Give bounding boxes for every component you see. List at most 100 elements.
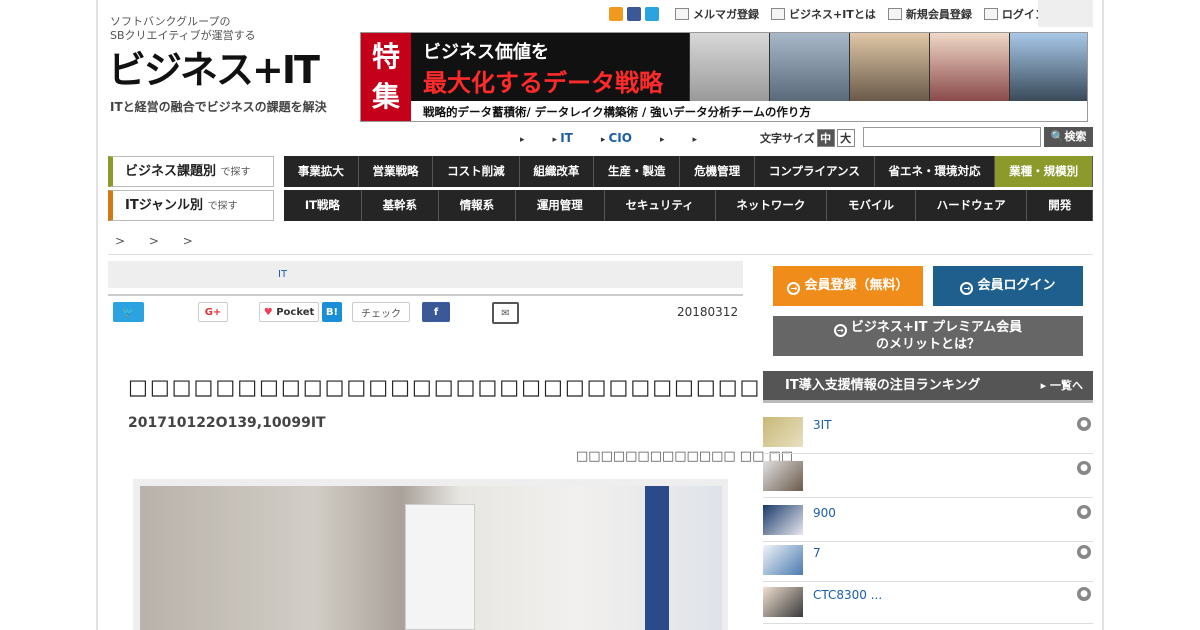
question-icon [771,8,785,20]
member-login-label: 会員ログイン [977,278,1056,293]
site-logo[interactable]: ビジネス+IT [108,50,320,90]
mail-icon [675,8,689,20]
ranking-text: 7 [813,546,821,560]
ranking-thumbnail [763,505,803,535]
hatena-icon: B! [325,306,339,318]
banner-line3: 戦略的データ蓄積術/ データレイク構築術 / 強いデータ分析チームの作り方 [411,101,811,121]
genre-nav-item[interactable]: IT戦略 [284,190,362,221]
user-icon: ● [1077,417,1091,431]
genre-nav-suffix: で探す [207,201,238,212]
search-input[interactable] [863,127,1041,147]
topic-nav-item[interactable]: 営業戦略 [359,156,434,187]
newsletter-label: メルマガ登録 [693,8,759,21]
about-link[interactable]: ビジネス+ITとは [771,6,876,22]
signup-link[interactable]: 新規会員登録 [887,6,972,22]
util-link-it[interactable]: IT [553,131,573,145]
divider [108,294,743,296]
util-link-cio[interactable]: CIO [601,131,632,145]
rss-icon[interactable] [609,7,623,21]
topic-nav-item[interactable]: 省エネ・環境対応 [875,156,996,187]
lock-icon [983,8,998,20]
page-border-right [1102,0,1104,630]
google-plus-icon: G+ [204,306,222,318]
register-label: 会員登録（無料） [804,278,909,293]
publish-date: 20180312 [677,305,739,319]
logo-sub-line2: SBクリエイティブが運営する [110,29,256,42]
ranking-thumbnail [763,417,803,447]
category-bar: IT [108,261,743,288]
user-icon: ● [1077,505,1091,519]
top-links: メルマガ登録 ビジネス+ITとは 新規会員登録 ログイン [609,6,1046,22]
genre-nav: IT戦略 基幹系 情報系 運用管理 セキュリティ ネットワーク モバイル ハード… [284,190,1094,221]
arrow-icon: → [960,282,974,295]
share-mail-button[interactable]: ✉ [492,302,519,324]
share-google-button[interactable]: G+ [198,302,228,322]
breadcrumb[interactable]: > > > [115,234,193,248]
topic-nav-item[interactable]: 組織改革 [520,156,595,187]
logo-subtitle: ソフトバンクグループの SBクリエイティブが運営する [110,15,256,43]
ranking-item[interactable]: ● [763,458,1093,498]
arrow-icon: → [787,282,801,295]
ranking-item[interactable]: 7 ● [763,542,1093,582]
topic-nav-item[interactable]: コンプライアンス [755,156,875,187]
category-link[interactable]: IT [278,269,287,280]
genre-nav-item[interactable]: モバイル [827,190,916,221]
util-link[interactable] [660,131,665,145]
share-check-button[interactable]: チェック [352,302,410,322]
banner-photo [769,33,849,101]
genre-nav-item[interactable]: ハードウェア [916,190,1028,221]
share-hatena-button[interactable]: B! [322,302,342,322]
ranking-text: 3IT [813,418,832,432]
util-link[interactable] [520,131,525,145]
font-size-medium[interactable]: 中 [816,129,835,147]
facebook-icon: f [433,306,439,318]
search-icon: 🔍 [1050,130,1065,143]
topic-nav-item[interactable]: 生産・製造 [594,156,681,187]
about-label: ビジネス+ITとは [789,8,876,21]
article-title: □□□□□□□□□□□□□□□□□□□□□□□□□□□□□□□□□ [128,375,849,399]
login-link[interactable]: ログイン [983,6,1046,22]
share-twitter-button[interactable]: 🐦 [113,302,144,322]
topic-nav-item[interactable]: コスト削減 [433,156,520,187]
register-button[interactable]: → 会員登録（無料） [773,266,923,306]
ranking-item[interactable]: CTC8300 ... ● [763,584,1093,624]
topic-nav-item-industry[interactable]: 業種・規模別 [995,156,1094,187]
pen-icon [887,8,902,20]
genre-nav-item[interactable]: ネットワーク [716,190,828,221]
search-button[interactable]: 🔍検索 [1044,127,1093,147]
font-size-large[interactable]: 大 [836,129,855,147]
feature-banner[interactable]: 特集 ビジネス価値を 最大化するデータ戦略 戦略的データ蓄積術/ データレイク構… [360,32,1088,122]
banner-line2: 最大化するデータ戦略 [423,69,663,97]
genre-nav-label: ITジャンル別 で探す [108,190,274,221]
member-login-button[interactable]: → 会員ログイン [933,266,1083,306]
ranking-header: IT導入支援情報の注目ランキング ▸ 一覧へ [763,371,1093,400]
user-icon: ● [1077,587,1091,601]
genre-nav-item[interactable]: 基幹系 [362,190,439,221]
topic-nav-item[interactable]: 危機管理 [680,156,756,187]
banner-photo [1009,33,1087,101]
newsletter-link[interactable]: メルマガ登録 [675,6,759,22]
ranking-text: 900 [813,506,836,520]
topic-nav: 事業拡大 営業戦略 コスト削減 組織改革 生産・製造 危機管理 コンプライアンス… [284,156,1094,187]
user-icon: ● [1077,461,1091,475]
banner-photos [689,33,1087,101]
pocket-label: Pocket [276,306,315,318]
twitter-icon: 🐦 [122,306,135,318]
genre-nav-item[interactable]: 運用管理 [516,190,605,221]
genre-nav-item[interactable]: 開発 [1027,190,1094,221]
banner-line1: ビジネス価値を [423,42,549,63]
genre-nav-item[interactable]: 情報系 [439,190,516,221]
premium-button[interactable]: → ビジネス+IT プレミアム会員 のメリットとは？ [773,316,1083,356]
genre-nav-item[interactable]: セキュリティ [605,190,716,221]
divider [108,254,1093,255]
ranking-item[interactable]: 900 ● [763,502,1093,542]
util-link[interactable] [693,131,698,145]
ranking-more-link[interactable]: ▸ 一覧へ [1041,371,1083,400]
page-border-left [96,0,98,630]
share-facebook-button[interactable]: f [422,302,450,322]
twitter-icon[interactable] [645,7,659,21]
facebook-icon[interactable] [627,7,641,21]
topic-nav-item[interactable]: 事業拡大 [284,156,359,187]
share-pocket-button[interactable]: ♥ Pocket [259,302,319,322]
ranking-item[interactable]: 3IT ● [763,414,1093,454]
